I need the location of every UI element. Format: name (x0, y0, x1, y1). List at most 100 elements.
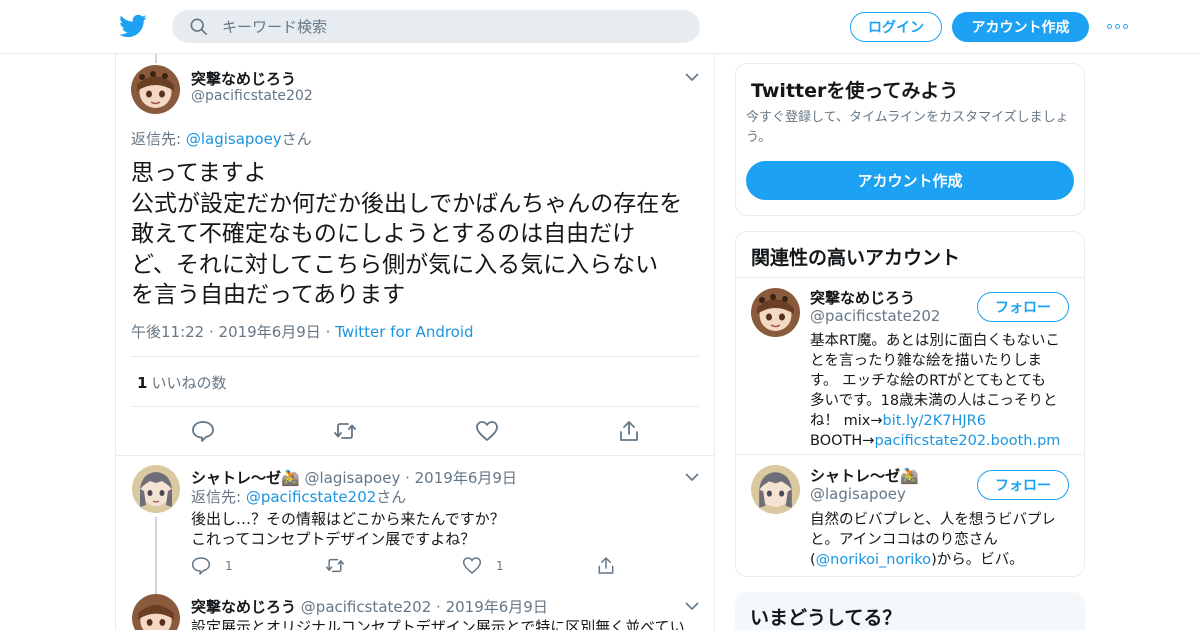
divider (736, 454, 1084, 455)
reply-text-line: 設定展示とオリジナルコンセプトデザイン展示とで特に区別無く並べてい (191, 618, 685, 630)
trends-card: いまどうしてる？ (735, 592, 1085, 630)
account-handle[interactable]: @pacificstate202 (810, 307, 940, 325)
follow-button[interactable]: フォロー (977, 292, 1069, 322)
retweet-icon[interactable] (325, 556, 345, 575)
bio-line: 基本RT魔。あとは別に面白くもないこ (810, 333, 1060, 349)
bio-link[interactable]: pacificstate202.booth.pm (874, 433, 1060, 449)
follow-button[interactable]: フォロー (977, 470, 1069, 500)
tweet-text: 思ってますよ 公式が設定だか何だか後出しでかばんちゃんの存在を 敢えて不確定なも… (131, 158, 703, 311)
author-handle[interactable]: @pacificstate202 (191, 88, 313, 104)
divider (131, 406, 699, 407)
retweet-icon[interactable] (333, 420, 357, 442)
account-name[interactable]: シャトレ〜ゼ🚵 (810, 465, 919, 486)
reply-suffix: さん (376, 488, 407, 506)
avatar[interactable] (751, 288, 800, 337)
signup-card-title: Twitterを使ってみよう (751, 80, 959, 102)
tweet-column: 突撃なめじろう @pacificstate202 返信先: @lagisapoe… (115, 54, 715, 630)
reply-count: 1 (225, 558, 233, 573)
search-icon (190, 18, 208, 36)
like-count-label: いいねの数 (151, 374, 227, 392)
divider (131, 356, 699, 357)
bio-line: ね！ mix→bit.ly/2K7HJR6 (810, 411, 1076, 431)
divider (116, 455, 714, 456)
reply-to-line: 返信先: @pacificstate202さん (191, 487, 406, 507)
reply-header: シャトレ〜ゼ🚵 @lagisapoey · 2019年6月9日 (191, 469, 517, 487)
bio-text: ね！ mix→ (810, 413, 883, 429)
account-bio: 自然のビバプレと、人を想うビバプレ と。アインココはのり恋さん (@noriko… (810, 510, 1076, 570)
reply-to-line: 返信先: @lagisapoeyさん (131, 128, 312, 149)
bio-line: す。 エッチな絵のRTがとてもとても (810, 373, 1046, 389)
reply-prefix: 返信先: (131, 130, 186, 148)
like-icon (462, 557, 482, 574)
like-icon[interactable] (475, 420, 499, 442)
reply-action[interactable]: 1 (191, 556, 233, 575)
bio-text: )から。ビバ。 (931, 552, 1024, 568)
bio-line: BOOTH→pacificstate202.booth.pm (810, 431, 1076, 451)
tweet-text-line: 敢えて不確定なものにしようとするのは自由だけ (131, 221, 636, 247)
chevron-down-icon[interactable] (685, 73, 699, 82)
bio-line: と。アインココはのり恋さん (810, 532, 998, 548)
signup-button[interactable]: アカウント作成 (952, 12, 1089, 42)
login-button[interactable]: ログイン (850, 12, 942, 42)
like-count: 1 (496, 558, 504, 573)
reply-author-handle[interactable]: @lagisapoey (304, 469, 400, 487)
subtitle-line: 今すぐ登録して、タイムラインをカスタマイズしましょ (746, 110, 1069, 125)
reply-to-link[interactable]: @lagisapoey (186, 130, 282, 148)
avatar[interactable] (131, 65, 180, 114)
avatar[interactable] (132, 465, 180, 513)
search-input[interactable] (222, 10, 682, 43)
chevron-down-icon[interactable] (685, 602, 699, 611)
reply-prefix: 返信先: (191, 488, 246, 506)
reply-suffix: さん (281, 130, 312, 148)
like-action[interactable]: 1 (462, 556, 504, 575)
reply-author-name[interactable]: 突撃なめじろう (191, 598, 296, 616)
reply-author-handle[interactable]: @pacificstate202 (301, 598, 431, 616)
top-nav-bar: ログイン アカウント作成 (0, 0, 1200, 54)
reply-date[interactable]: 2019年6月9日 (446, 598, 548, 616)
signup-card: Twitterを使ってみよう 今すぐ登録して、タイムラインをカスタマイズしましょ… (735, 63, 1085, 216)
tweet-metadata: 午後11:22 · 2019年6月9日 · Twitter for Androi… (131, 323, 474, 341)
bio-link[interactable]: @norikoi_noriko (816, 552, 931, 568)
reply-header: 突撃なめじろう @pacificstate202 · 2019年6月9日 (191, 598, 548, 616)
bio-line: 多いです。18歳未満の人はこっそりと (810, 393, 1058, 409)
related-accounts-title: 関連性の高いアカウント (751, 247, 961, 269)
tweet-source-link[interactable]: Twitter for Android (335, 323, 473, 341)
tweet-text-line: 公式が設定だか何だか後出しでかばんちゃんの存在を (131, 190, 683, 217)
tweet-text-line: を言う自由だってあります (131, 282, 406, 308)
like-count: 1 (137, 374, 148, 392)
bio-text: BOOTH→ (810, 433, 875, 449)
reply-text-line: これってコンセプトデザイン展ですよね？ (191, 530, 476, 548)
subtitle-line: う。 (746, 130, 772, 145)
share-icon[interactable] (596, 556, 616, 575)
avatar[interactable] (751, 465, 800, 514)
tweet-text-line: 思ってますよ (131, 160, 267, 186)
tweet-date[interactable]: 2019年6月9日 (219, 323, 321, 341)
like-count-stat[interactable]: 1 いいねの数 (137, 372, 226, 393)
chevron-down-icon[interactable] (685, 473, 699, 482)
account-name[interactable]: 突撃なめじろう (810, 287, 915, 308)
thread-connector (155, 54, 157, 63)
bio-line: とを言ったり雑な絵を描いたりしま (810, 353, 1042, 369)
avatar[interactable] (132, 594, 180, 630)
account-handle[interactable]: @lagisapoey (810, 485, 906, 503)
bio-line: 自然のビバプレと、人を想うビバプレ (810, 512, 1056, 528)
related-accounts-card: 関連性の高いアカウント 突撃なめじろう @pacificstate202 フォロ… (735, 231, 1085, 577)
search-box[interactable] (172, 10, 700, 43)
signup-card-button[interactable]: アカウント作成 (746, 161, 1074, 200)
tweet-time[interactable]: 午後11:22 (131, 323, 204, 341)
author-name[interactable]: 突撃なめじろう (191, 68, 296, 89)
trends-title: いまどうしてる？ (750, 607, 902, 629)
divider (736, 277, 1084, 278)
reply-text-line: 後出し…？その情報はどこから来たんですか？ (191, 510, 505, 528)
more-icon[interactable] (1107, 18, 1131, 34)
reply-icon (191, 557, 211, 575)
reply-icon[interactable] (191, 420, 215, 442)
reply-to-link[interactable]: @pacificstate202 (246, 488, 376, 506)
bio-line: (@norikoi_noriko)から。ビバ。 (810, 550, 1076, 570)
tweet-text-line: ど、それに対してこちら側が気に入る気に入らない (131, 251, 659, 278)
reply-author-name[interactable]: シャトレ〜ゼ🚵 (191, 469, 300, 487)
reply-date[interactable]: 2019年6月9日 (415, 469, 517, 487)
share-icon[interactable] (617, 420, 641, 442)
twitter-bird-icon[interactable] (118, 12, 148, 40)
bio-link[interactable]: bit.ly/2K7HJR6 (883, 413, 986, 429)
